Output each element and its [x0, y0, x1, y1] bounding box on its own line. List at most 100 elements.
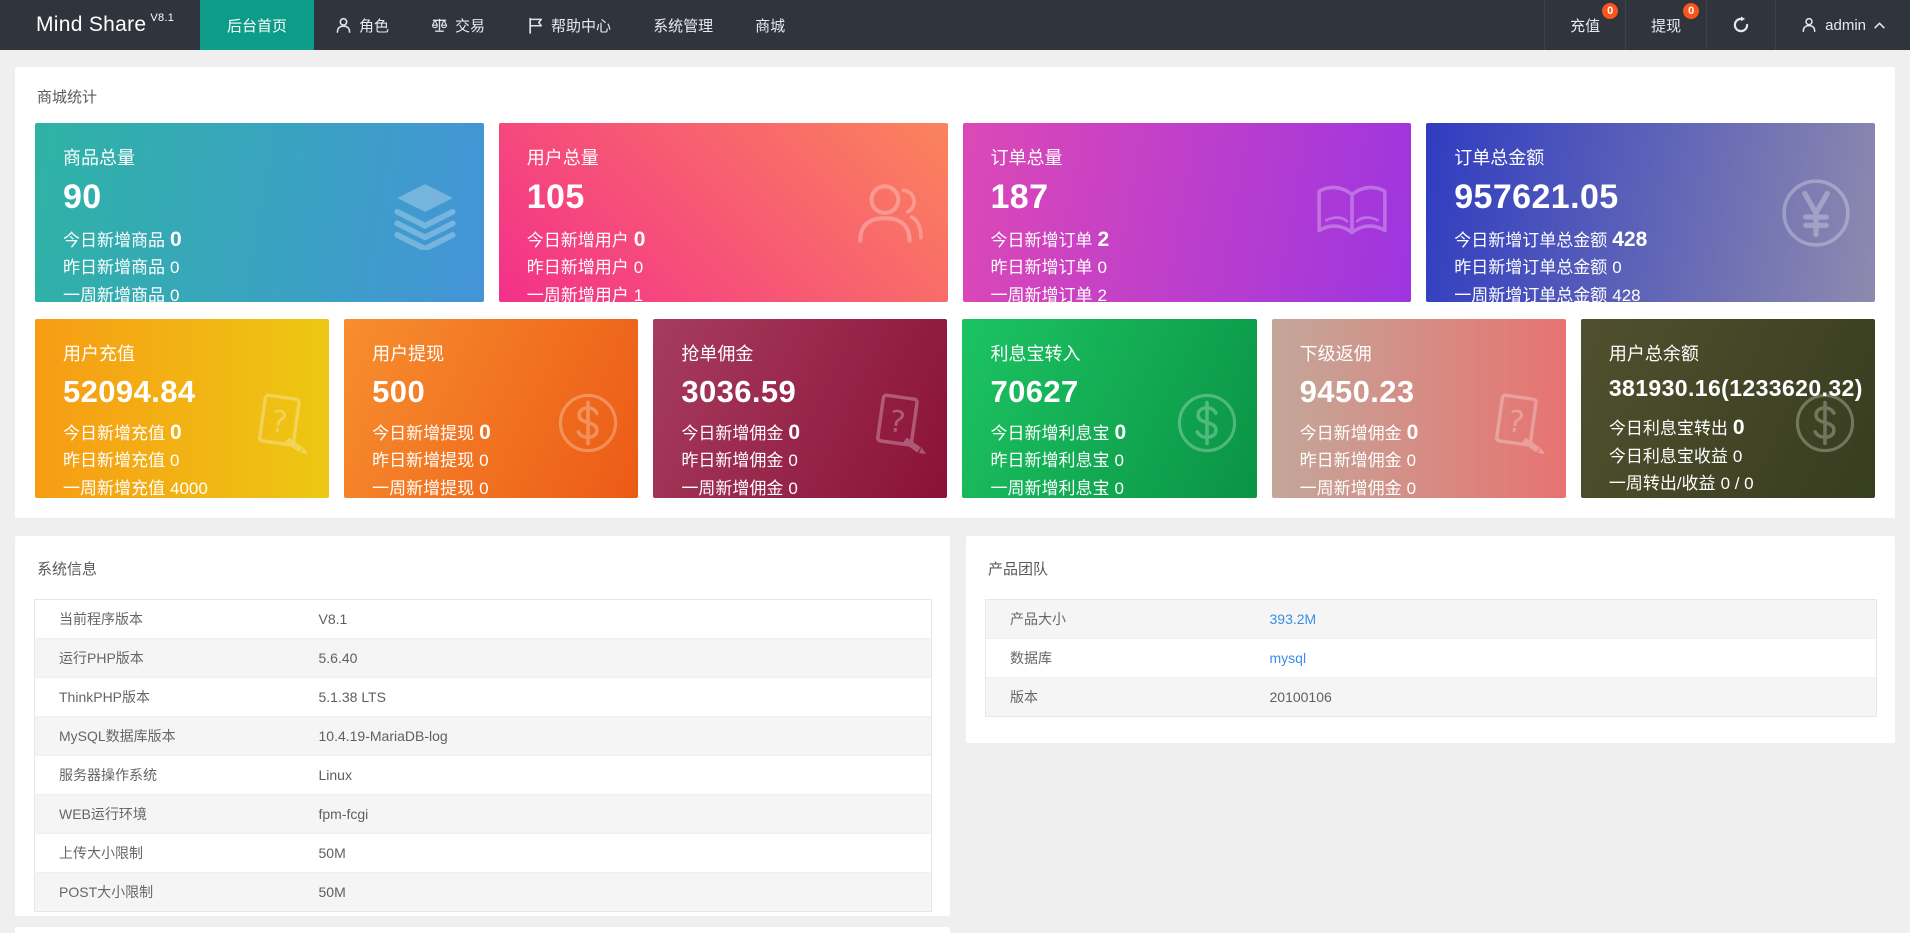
- stat-line-value: 0: [1612, 258, 1622, 278]
- row-value: 50M: [318, 884, 346, 900]
- stat-line-label: 今日新增提现: [372, 423, 475, 443]
- refresh-button[interactable]: [1706, 0, 1775, 50]
- withdraw-badge: 0: [1683, 3, 1700, 19]
- layers-icon: [388, 176, 462, 250]
- stat-line-label: 昨日新增订单总金额: [1454, 258, 1608, 278]
- stat-line: 一周新增佣金 0: [681, 475, 947, 498]
- row-value: 10.4.19-MariaDB-log: [318, 728, 448, 744]
- person-icon: [335, 17, 352, 34]
- recharge-button[interactable]: 充值 0: [1544, 0, 1625, 50]
- row-label: 服务器操作系统: [59, 767, 157, 783]
- nav-item-label: 角色: [359, 17, 390, 35]
- nav-item-mall[interactable]: 商城: [734, 0, 806, 50]
- stat-card-users-total: 用户总量 105 今日新增用户 0 昨日新增用户 0 一周新增用户 1: [498, 123, 948, 302]
- top-navbar: Mind Share V8.1 后台首页 角色 交易 帮助中心 系统管理 商城 …: [0, 0, 1910, 50]
- app-name: Mind Share: [36, 13, 147, 36]
- nav-item-label: 商城: [755, 17, 786, 35]
- stat-line-value: 0: [479, 420, 491, 444]
- stat-line-value: 0 / 0: [1720, 474, 1754, 494]
- stat-line: 一周新增订单 2: [991, 282, 1412, 302]
- stat-line: 昨日新增订单总金额 0: [1454, 254, 1875, 282]
- stat-line: 一周转出/收益 0 / 0: [1609, 470, 1875, 498]
- stat-card-user-withdraw: 用户提现 500 今日新增提现 0 昨日新增提现 0 一周新增提现 0: [344, 319, 639, 498]
- dollar-circle-icon: [556, 391, 620, 455]
- mall-stats-panel: 商城统计 商品总量 90 今日新增商品 0 昨日新增商品 0 一周新增商品 0 用户总…: [15, 67, 1895, 518]
- person-icon: [1801, 17, 1817, 33]
- stat-line-value: 0: [788, 478, 798, 498]
- doc-question-icon: [247, 391, 311, 455]
- row-value: 5.1.38 LTS: [318, 689, 386, 705]
- recharge-label: 充值: [1570, 17, 1601, 35]
- stat-card-interest-in: 利息宝转入 70627 今日新增利息宝 0 昨日新增利息宝 0 一周新增利息宝 0: [962, 319, 1257, 498]
- stat-line-value: 0: [1406, 478, 1417, 498]
- row-value: 20100106: [1269, 689, 1332, 705]
- stat-line: 一周新增用户 1: [527, 282, 948, 302]
- book-icon: [1315, 176, 1389, 250]
- stat-line-value: 0: [633, 227, 646, 251]
- nav-item-dashboard[interactable]: 后台首页: [200, 0, 315, 50]
- nav-item-help-center[interactable]: 帮助中心: [506, 0, 632, 50]
- withdraw-button[interactable]: 提现 0: [1625, 0, 1706, 50]
- stat-card-user-recharge: 用户充值 52094.84 今日新增充值 0 昨日新增充值 0 一周新增充值 4000: [35, 319, 330, 498]
- product-team-table: 产品大小 393.2M 数据库 mysql 版本 20100106: [985, 599, 1877, 717]
- table-row: 版本 20100106: [985, 677, 1877, 717]
- table-row: ThinkPHP版本 5.1.38 LTS: [34, 678, 932, 717]
- database-link[interactable]: mysql: [1270, 639, 1877, 678]
- stat-line-label: 昨日新增充值: [63, 451, 165, 471]
- app-version: V8.1: [150, 12, 175, 24]
- stat-line-value: 0: [1114, 420, 1127, 444]
- stat-line-label: 今日新增利息宝: [990, 423, 1110, 443]
- stat-line-label: 一周新增充值: [63, 478, 165, 498]
- stat-line-label: 一周新增用户: [526, 285, 629, 302]
- nav-item-label: 系统管理: [653, 17, 714, 35]
- section-title-product-team: 产品团队: [988, 561, 1049, 578]
- row-label: MySQL数据库版本: [59, 728, 176, 744]
- row-label: ThinkPHP版本: [59, 689, 151, 705]
- stat-line-value: 0: [788, 420, 801, 444]
- nav-item-label: 交易: [455, 17, 486, 35]
- stat-line-label: 今日新增佣金: [681, 423, 784, 443]
- stat-title: 用户充值: [63, 344, 135, 364]
- stat-line-label: 一周新增订单: [990, 285, 1093, 302]
- nav-item-system-manage[interactable]: 系统管理: [632, 0, 734, 50]
- stat-line: 昨日新增用户 0: [527, 254, 948, 282]
- product-size-link[interactable]: 393.2M: [1270, 600, 1877, 639]
- nav-item-label: 帮助中心: [551, 17, 612, 35]
- stat-line-value: 0: [1406, 420, 1419, 444]
- stat-line-value: 0: [170, 451, 180, 471]
- stat-line-label: 今日新增佣金: [1299, 423, 1402, 443]
- stat-title: 订单总金额: [1454, 148, 1545, 168]
- stat-line-value: 0: [1406, 451, 1417, 471]
- stat-line-label: 昨日新增佣金: [1299, 451, 1402, 471]
- stat-line-label: 昨日新增佣金: [681, 451, 784, 471]
- section-title-system-info: 系统信息: [37, 561, 98, 578]
- app-logo[interactable]: Mind Share V8.1: [0, 0, 200, 50]
- recharge-badge: 0: [1602, 3, 1619, 19]
- caret-up-icon: [1874, 22, 1885, 29]
- stat-card-orders-total: 订单总量 187 今日新增订单 2 昨日新增订单 0 一周新增订单 2: [962, 123, 1412, 302]
- stat-title: 用户总量: [526, 148, 599, 168]
- stat-line-value: 0: [788, 451, 798, 471]
- stat-card-sub-rebate: 下级返佣 9450.23 今日新增佣金 0 昨日新增佣金 0 一周新增佣金 0: [1271, 319, 1566, 498]
- stat-line-label: 昨日新增订单: [990, 258, 1093, 278]
- table-row: 上传大小限制 50M: [34, 834, 932, 873]
- user-menu[interactable]: admin: [1775, 0, 1910, 50]
- stat-line-label: 昨日新增商品: [63, 258, 165, 278]
- stat-title: 下级返佣: [1299, 344, 1372, 364]
- stat-line: 一周新增充值 4000: [63, 475, 329, 498]
- table-row: POST大小限制 50M: [34, 872, 932, 912]
- stat-title: 用户总余额: [1608, 344, 1699, 364]
- stats-row-1: 商品总量 90 今日新增商品 0 昨日新增商品 0 一周新增商品 0 用户总量 105…: [35, 123, 1875, 302]
- nav-item-roles[interactable]: 角色: [314, 0, 410, 50]
- stat-line-value: 2: [1097, 285, 1107, 302]
- stat-line-label: 今日新增订单总金额: [1454, 230, 1608, 250]
- stat-card-order-amount: 订单总金额 957621.05 今日新增订单总金额 428 昨日新增订单总金额 0 …: [1426, 123, 1875, 302]
- section-title-mall-stats: 商城统计: [37, 89, 98, 106]
- username: admin: [1825, 16, 1866, 34]
- nav-item-trade[interactable]: 交易: [410, 0, 506, 50]
- stats-row-2: 用户充值 52094.84 今日新增充值 0 昨日新增充值 0 一周新增充值 4000…: [35, 319, 1875, 498]
- stat-line-label: 一周新增订单总金额: [1454, 285, 1608, 302]
- table-row: WEB运行环境 fpm-fcgi: [34, 794, 932, 834]
- stat-line-value: 1: [633, 285, 644, 302]
- stat-line: 一周新增佣金 0: [1300, 475, 1566, 498]
